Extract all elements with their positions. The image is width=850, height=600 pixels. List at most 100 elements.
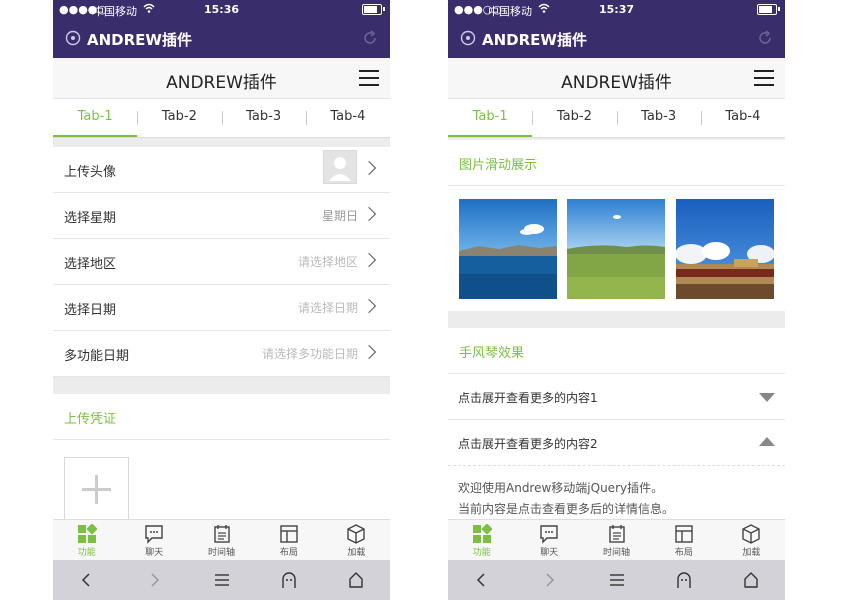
- browser-menu-button[interactable]: [188, 560, 255, 600]
- hamburger-menu-icon[interactable]: [359, 70, 379, 86]
- tabbar-item-chat[interactable]: 聊天: [515, 520, 582, 561]
- box-icon: [347, 524, 366, 544]
- grassland-landscape-image[interactable]: [567, 199, 665, 299]
- page-title: ANDREW插件: [561, 73, 672, 93]
- chat-icon: [540, 525, 558, 544]
- tabbar-item-timeline[interactable]: 时间轴: [583, 520, 650, 561]
- hamburger-menu-icon[interactable]: [754, 70, 774, 86]
- avatar-placeholder[interactable]: [323, 150, 357, 184]
- chat-icon: [145, 525, 163, 544]
- tab-3[interactable]: Tab-3: [221, 99, 306, 137]
- row-label: 选择地区: [64, 257, 117, 272]
- accordion-item-2[interactable]: 点击展开查看更多的内容2: [448, 420, 785, 466]
- ghost-icon: [677, 572, 691, 588]
- tab-4[interactable]: Tab-4: [305, 99, 390, 137]
- timeline-icon: [608, 525, 625, 543]
- tabbar-item-features[interactable]: 功能: [53, 520, 120, 561]
- status-time: 15:37: [598, 3, 634, 16]
- chevron-right-icon: [361, 252, 377, 268]
- browser-forward-button[interactable]: [515, 560, 582, 600]
- section-divider: [53, 377, 390, 394]
- row-label: 选择日期: [64, 303, 117, 318]
- browser-multiwindow-button[interactable]: [255, 560, 322, 600]
- tab-3[interactable]: Tab-3: [616, 99, 701, 137]
- section-title-text: 手风琴效果: [459, 346, 525, 361]
- tab-bar: Tab-1 Tab-2 Tab-3 Tab-4: [53, 99, 390, 138]
- select-region-row[interactable]: 选择地区 请选择地区: [53, 239, 390, 285]
- tabbar-item-loading[interactable]: 加载: [718, 520, 785, 561]
- forward-icon: [151, 573, 160, 587]
- browser-home-button[interactable]: [718, 560, 785, 600]
- battery-icon: [757, 4, 777, 15]
- tab-2[interactable]: Tab-2: [137, 99, 221, 137]
- tab-1[interactable]: Tab-1: [448, 99, 533, 137]
- section-title-text: 上传凭证: [64, 412, 117, 427]
- browser-multiwindow-button[interactable]: [650, 560, 717, 600]
- tabbar-item-layout[interactable]: 布局: [255, 520, 322, 561]
- tabbar-item-features[interactable]: 功能: [448, 520, 515, 561]
- back-icon: [81, 573, 90, 587]
- temple-landscape-image[interactable]: [676, 199, 774, 299]
- tabbar-label: 时间轴: [603, 548, 631, 558]
- user-silhouette-icon: [329, 157, 351, 181]
- tabbar-item-timeline[interactable]: 时间轴: [188, 520, 255, 561]
- app-bar: ANDREW插件: [448, 18, 785, 58]
- row-placeholder: 请选择日期: [297, 301, 358, 315]
- forward-icon: [546, 573, 555, 587]
- accordion-content-line: 欢迎使用Andrew移动端jQuery插件。: [458, 481, 664, 495]
- battery-tip: [778, 7, 780, 11]
- layout-icon: [675, 525, 693, 543]
- chevron-right-icon: [361, 298, 377, 314]
- browser-home-button[interactable]: [323, 560, 390, 600]
- chevron-right-icon: [361, 344, 377, 360]
- tab-4[interactable]: Tab-4: [700, 99, 785, 137]
- tabbar-item-layout[interactable]: 布局: [650, 520, 717, 561]
- browser-toolbar: [53, 560, 390, 600]
- select-multi-date-row[interactable]: 多功能日期 请选择多功能日期: [53, 331, 390, 377]
- tabbar-label: 布局: [674, 548, 693, 558]
- row-label: 选择星期: [64, 211, 117, 226]
- tab-2[interactable]: Tab-2: [532, 99, 616, 137]
- app-title: ANDREW插件: [87, 31, 192, 49]
- page-header: ANDREW插件: [53, 58, 390, 99]
- refresh-icon[interactable]: [362, 30, 378, 46]
- plus-icon-bar: [95, 475, 98, 504]
- tab-1[interactable]: Tab-1: [53, 99, 138, 137]
- row-placeholder: 请选择地区: [297, 255, 358, 269]
- tabbar-item-loading[interactable]: 加载: [323, 520, 390, 561]
- caret-up-icon: [759, 437, 775, 446]
- select-weekday-row[interactable]: 选择星期 星期日: [53, 193, 390, 239]
- gallery-section-title: 图片滑动展示: [448, 140, 785, 186]
- tabbar-label: 聊天: [540, 548, 559, 558]
- lake-landscape-image[interactable]: [459, 199, 557, 299]
- tabbar-label: 加载: [742, 548, 761, 558]
- browser-forward-button[interactable]: [120, 560, 187, 600]
- refresh-icon[interactable]: [757, 30, 773, 46]
- app-logo-icon: [460, 30, 476, 46]
- battery-icon: [362, 4, 382, 15]
- upload-add-button[interactable]: [64, 457, 129, 522]
- layout-icon: [280, 525, 298, 543]
- upload-avatar-row[interactable]: 上传头像: [53, 147, 390, 193]
- status-bar: ●●●●○ 中国移动 15:36: [53, 0, 390, 18]
- app-logo-icon: [65, 30, 81, 46]
- browser-back-button[interactable]: [448, 560, 515, 600]
- back-icon: [476, 573, 485, 587]
- browser-back-button[interactable]: [53, 560, 120, 600]
- select-date-row[interactable]: 选择日期 请选择日期: [53, 285, 390, 331]
- grid-icon: [472, 524, 492, 543]
- browser-menu-button[interactable]: [583, 560, 650, 600]
- tabbar-item-chat[interactable]: 聊天: [120, 520, 187, 561]
- page-title: ANDREW插件: [166, 73, 277, 93]
- tab-bar: Tab-1 Tab-2 Tab-3 Tab-4: [448, 99, 785, 138]
- accordion-label: 点击展开查看更多的内容2: [458, 437, 598, 451]
- bottom-tab-bar: 功能 聊天 时间轴 布局 加载: [448, 519, 785, 561]
- row-label: 上传头像: [64, 165, 117, 180]
- home-icon: [349, 572, 364, 588]
- accordion-item-1[interactable]: 点击展开查看更多的内容1: [448, 374, 785, 420]
- page-header: ANDREW插件: [448, 58, 785, 99]
- tabbar-label: 功能: [472, 548, 491, 558]
- upload-voucher-section-title: 上传凭证: [53, 394, 390, 440]
- app-title: ANDREW插件: [482, 31, 587, 49]
- section-divider: [448, 311, 785, 328]
